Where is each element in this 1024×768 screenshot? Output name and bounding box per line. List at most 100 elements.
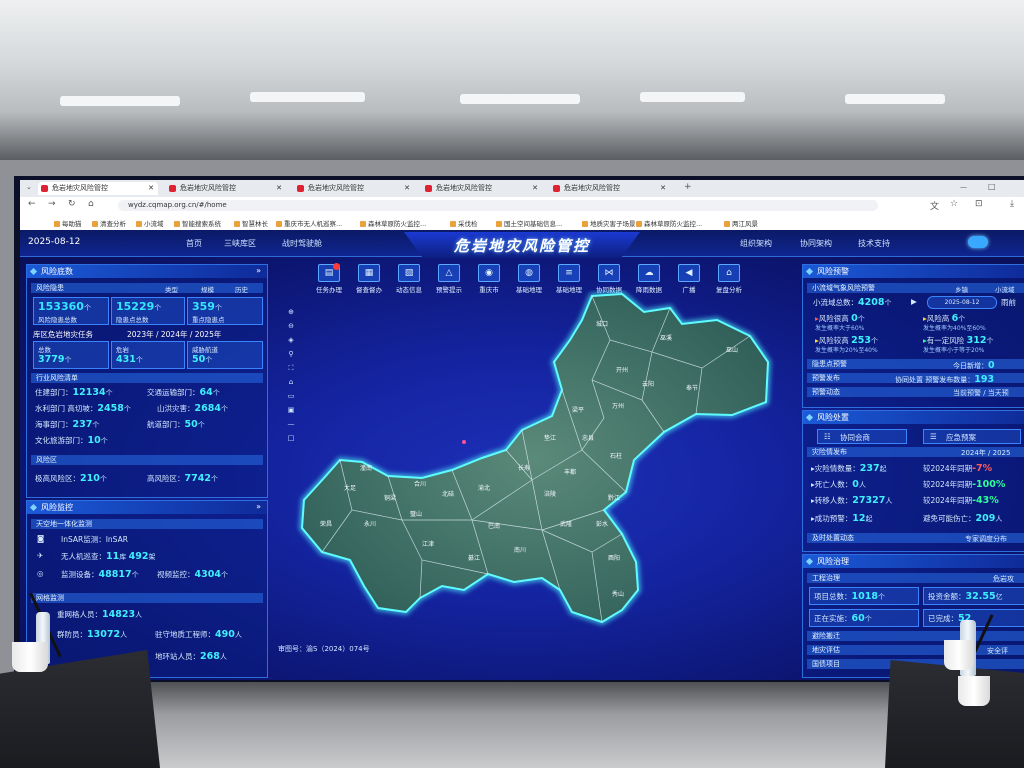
bookmark-item[interactable]: 智能搜索系统 <box>174 218 221 228</box>
new-tab-icon[interactable]: + <box>684 182 692 192</box>
district-label: 北碚 <box>442 490 454 498</box>
district-label: 长寿 <box>518 464 530 472</box>
url-field[interactable]: wydz.cqmap.org.cn/#/home <box>118 200 878 211</box>
stat-total-risk[interactable]: 153360个 风险隐患总数 <box>33 297 109 325</box>
district-label: 铜梁 <box>384 494 396 502</box>
supervise-icon: ▦ <box>358 264 380 282</box>
translate-icon[interactable]: 文 <box>930 199 939 212</box>
nav-home[interactable]: 首页 <box>186 238 202 249</box>
map-approval-number: 审图号：渝S（2024）074号 <box>278 645 370 653</box>
nav-three-gorges[interactable]: 三峡库区 <box>224 238 256 249</box>
browser-tab[interactable]: 危岩地灾风险管控 ✕ <box>422 182 542 195</box>
avoided-casualties: 避免可能伤亡：209人 <box>923 513 1003 524</box>
download-icon[interactable]: ⤓ <box>1010 199 1014 209</box>
back-icon[interactable]: ← <box>28 199 36 209</box>
nav-collaboration[interactable]: 协同架构 <box>800 238 832 249</box>
date-picker[interactable]: 2025-08-12 <box>927 296 997 309</box>
stat-hazard-points[interactable]: 15229个 隐患点总数 <box>111 297 185 325</box>
task-years[interactable]: 2023年 / 2024年 / 2025年 <box>127 329 221 340</box>
district-label: 綦江 <box>468 554 480 562</box>
reload-icon[interactable]: ↻ <box>68 199 76 209</box>
investment-total[interactable]: 投资金额：32.55亿 <box>923 587 1024 605</box>
evacuated-compare: 较2024年同期-43% <box>923 495 999 506</box>
play-icon[interactable]: ▶ <box>911 297 917 306</box>
risk-map[interactable]: 城口 巫溪 巫山 奉节 开州 云阳 万州 梁平 忠县 垫江 石柱 丰都 长寿 涪… <box>292 290 812 650</box>
star-icon[interactable]: ☆ <box>950 199 958 209</box>
bookmark-item[interactable]: 森林草原防火监控... <box>636 218 702 228</box>
browser-tab[interactable]: 危岩地灾风险管控 ✕ <box>294 182 414 195</box>
nav-tech-support[interactable]: 技术支持 <box>858 238 890 249</box>
safety-assessment-tab[interactable]: 安全评 <box>987 646 1008 656</box>
maximize-icon[interactable]: □ <box>988 182 996 191</box>
browser-tab[interactable]: 危岩地灾风险管控 ✕ <box>550 182 670 195</box>
bookmark-item[interactable]: 森林草原防火监控... <box>360 218 426 228</box>
dangerous-rock-tab[interactable]: 危岩攻 <box>993 574 1014 584</box>
ceiling-light <box>640 92 745 102</box>
ceiling-light <box>460 94 580 104</box>
insar-monitor[interactable]: InSAR监测：InSAR <box>61 534 128 545</box>
district-label: 石柱 <box>610 452 622 460</box>
drone-icon: ✈ <box>37 551 44 560</box>
sub-title: 风险隐患 <box>31 283 263 293</box>
nav-organization[interactable]: 组织架构 <box>740 238 772 249</box>
bookmark-item[interactable]: 地质灾害子场景 <box>582 218 636 228</box>
level-note: 发生概率小于等于20% <box>923 347 985 354</box>
tea-cup <box>944 640 974 670</box>
bookmark-item[interactable]: 国土空间基础信息... <box>496 218 562 228</box>
close-icon[interactable]: ✕ <box>276 182 282 195</box>
close-icon[interactable]: ✕ <box>660 182 666 195</box>
tab-history[interactable]: 历史 <box>235 284 248 294</box>
expand-icon[interactable]: » <box>256 266 261 275</box>
industry-item: 航道部门：50个 <box>147 419 205 430</box>
district-label: 秀山 <box>612 590 624 598</box>
bookmark-item[interactable]: 小流域 <box>136 218 164 228</box>
year-switch[interactable]: 2024年 / 2025 <box>961 448 1010 458</box>
relocation-row[interactable]: 避险搬迁 <box>807 631 1024 641</box>
tab-menu-icon[interactable]: ⌄ <box>26 183 32 191</box>
extensions-icon[interactable]: ⊡ <box>975 199 983 209</box>
current-date: 2025-08-12 <box>28 237 81 247</box>
project-total[interactable]: 项目总数：1018个 <box>809 587 919 605</box>
task-dangerous-rock[interactable]: 危岩 431个 <box>111 341 185 369</box>
task-waterway[interactable]: 威胁航道 50个 <box>187 341 263 369</box>
tab-township[interactable]: 乡镇 <box>955 284 968 294</box>
current-warning-tabs[interactable]: 当前预警 / 当天预 <box>953 388 1009 398</box>
task-total[interactable]: 总数 3779个 <box>33 341 109 369</box>
consult-button[interactable]: ☷ 协同会商 <box>817 429 907 444</box>
dashboard: 2025-08-12 首页 三峡库区 战时驾驶舱 危岩地灾风险管控 组织架构 协… <box>20 230 1024 680</box>
tab-scale[interactable]: 规模 <box>201 284 214 294</box>
close-icon[interactable]: ✕ <box>404 182 410 195</box>
tab-watershed[interactable]: 小流域 <box>995 284 1015 294</box>
satellite-icon: ◙ <box>37 534 45 543</box>
home-icon[interactable]: ⌂ <box>88 199 94 209</box>
close-icon[interactable]: ✕ <box>148 182 154 195</box>
expand-icon[interactable]: » <box>256 502 261 511</box>
bookmark-item[interactable]: 采伐检 <box>450 218 478 228</box>
level-note: 发生概率为20%至40% <box>815 347 878 354</box>
stat-key-points[interactable]: 359个 重点隐患点 <box>187 297 263 325</box>
emergency-plan-button[interactable]: ☰ 应急预案 <box>923 429 1021 444</box>
death-count: ▸死亡人数：0人 <box>811 479 866 490</box>
bookmark-item[interactable]: 重庆市无人机巡察... <box>276 218 342 228</box>
bookmark-item[interactable]: 清查分析 <box>92 218 126 228</box>
projects-in-progress[interactable]: 正在实施：60个 <box>809 609 919 627</box>
forward-icon[interactable]: → <box>48 199 56 209</box>
panel-title: 风险治理 <box>803 555 1024 568</box>
warning-tab-watershed[interactable]: 小流域气象风险预警 <box>807 283 1024 293</box>
bookmark-item[interactable]: 两江风景 <box>724 218 758 228</box>
browser-tab[interactable]: 危岩地灾风险管控 ✕ <box>166 182 286 195</box>
pre-rain-label[interactable]: 雨前 <box>1001 297 1016 308</box>
minimize-icon[interactable]: — <box>960 183 967 191</box>
nav-wartime-cockpit[interactable]: 战时驾驶舱 <box>282 238 322 249</box>
bookmark-item[interactable]: 每助猫 <box>54 218 82 228</box>
tab-type[interactable]: 类型 <box>165 284 178 294</box>
close-icon[interactable]: ✕ <box>532 182 538 195</box>
disaster-compare: 较2024年同期-7% <box>923 463 993 474</box>
browser-tab[interactable]: 危岩地灾风险管控 ✕ <box>38 182 158 195</box>
industry-item: 交通运输部门：64个 <box>147 387 220 398</box>
location-icon: ◉ <box>478 264 500 282</box>
desk-right <box>885 660 1024 768</box>
bookmark-item[interactable]: 智慧林长 <box>234 218 268 228</box>
expert-distribution[interactable]: 专家调度分布 <box>965 534 1007 544</box>
hazard-marker[interactable] <box>462 440 466 444</box>
